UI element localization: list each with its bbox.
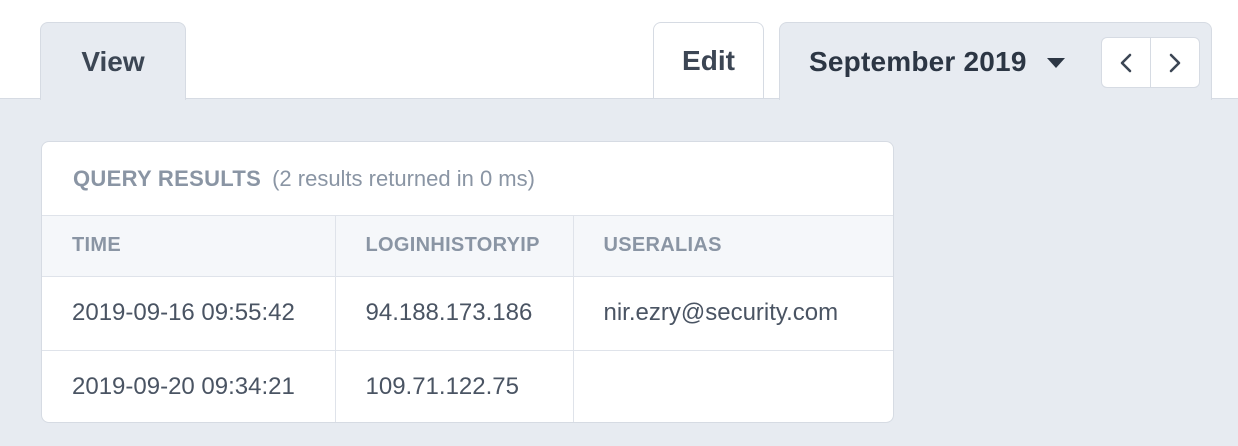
column-header-time: TIME: [42, 216, 335, 277]
cell-loginhistoryip: 94.188.173.186: [334, 276, 573, 351]
query-results-header: QUERY RESULTS (2 results returned in 0 m…: [42, 142, 893, 216]
previous-month-button[interactable]: [1102, 38, 1150, 87]
query-results-summary: (2 results returned in 0 ms): [272, 165, 535, 191]
caret-down-icon[interactable]: [1046, 57, 1065, 68]
chevron-left-icon: [1120, 53, 1132, 72]
cell-useralias: [572, 350, 893, 422]
query-results-card: QUERY RESULTS (2 results returned in 0 m…: [41, 141, 894, 423]
query-results-title: QUERY RESULTS: [73, 165, 262, 191]
table-header-row: TIME LOGINHISTORYIP USERALIAS: [42, 216, 893, 277]
cell-loginhistoryip: 109.71.122.75: [334, 350, 573, 422]
cell-time: 2019-09-20 09:34:21: [72, 373, 295, 401]
month-dropdown-label[interactable]: September 2019: [809, 46, 1027, 78]
tab-view-label: View: [81, 45, 145, 77]
chevron-right-icon: [1169, 53, 1181, 72]
tab-edit[interactable]: Edit: [653, 22, 764, 99]
reports-view: View Edit September 2019 QUERY RESULTS (…: [0, 0, 1238, 446]
table-row: 2019-09-16 09:55:42 94.188.173.186 nir.e…: [42, 276, 893, 351]
view-panel: QUERY RESULTS (2 results returned in 0 m…: [0, 99, 1238, 446]
column-header-useralias: USERALIAS: [572, 216, 893, 277]
cell-time: 2019-09-16 09:55:42: [42, 276, 335, 351]
table-row: 2019-09-20 09:34:21 109.71.122.75: [42, 350, 893, 422]
next-month-button[interactable]: [1150, 38, 1199, 87]
tab-edit-label: Edit: [682, 45, 735, 76]
tab-strip: View Edit September 2019: [0, 0, 1238, 100]
cell-useralias: nir.ezry@security.com: [572, 276, 893, 351]
month-nav-group: [1101, 37, 1200, 88]
query-results-table: TIME LOGINHISTORYIP USERALIAS 2019-09-16…: [42, 216, 893, 422]
column-header-loginhistoryip: LOGINHISTORYIP: [334, 216, 573, 277]
tab-view[interactable]: View: [40, 22, 186, 100]
month-selector-tab: September 2019: [779, 22, 1212, 100]
